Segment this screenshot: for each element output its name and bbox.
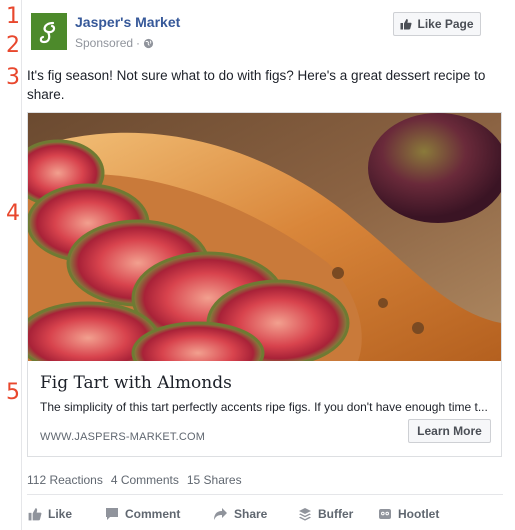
share-arrow-icon [214,508,227,520]
thumbs-up-icon [28,508,42,521]
buffer-label: Buffer [318,507,354,521]
actions-divider [27,494,503,495]
hootlet-owl-icon [379,509,391,519]
buffer-button[interactable]: Buffer [298,504,353,524]
globe-icon [143,38,154,48]
sponsored-text: Sponsored [75,36,134,50]
like-page-button[interactable]: Like Page [393,12,481,36]
reactions-count[interactable]: 112 Reactions [27,473,103,487]
annotation-number-2: 2 [6,33,20,58]
separator-dot: · [136,36,141,50]
share-button[interactable]: Share [213,504,267,524]
hootlet-label: Hootlet [398,507,440,521]
page-name-link[interactable]: Jasper's Market [75,14,180,30]
hootlet-button[interactable]: Hootlet [378,504,439,524]
shares-count[interactable]: 15 Shares [187,473,242,487]
comments-count[interactable]: 4 Comments [111,473,179,487]
annotation-number-5: 5 [6,380,20,405]
link-title[interactable]: Fig Tart with Almonds [40,373,232,393]
like-button[interactable]: Like [28,504,72,524]
share-label: Share [234,507,268,521]
comment-label: Comment [125,507,181,521]
fig-tart-image[interactable] [28,113,501,361]
engagement-stats: 112 Reactions 4 Comments 15 Shares [27,473,242,487]
annotation-number-4: 4 [6,201,20,226]
buffer-stack-icon [299,508,311,521]
learn-more-button[interactable]: Learn More [408,419,491,443]
comment-icon [106,508,118,520]
post-message: It's fig season! Not sure what to do wit… [27,68,486,102]
like-label: Like [48,507,73,521]
annotation-number-3: 3 [6,65,20,90]
link-attachment[interactable]: Fig Tart with Almonds The simplicity of … [27,112,502,457]
link-description: The simplicity of this tart perfectly ac… [40,400,488,414]
thumbs-up-icon [400,19,412,30]
sponsored-label: Sponsored · [75,36,154,50]
link-domain: WWW.JASPERS-MARKET.COM [40,431,206,443]
page-logo[interactable] [31,13,67,50]
annotation-number-1: 1 [6,4,20,29]
like-page-label: Like Page [417,17,474,31]
jasper-logo-icon [39,21,56,43]
comment-button[interactable]: Comment [105,504,180,524]
